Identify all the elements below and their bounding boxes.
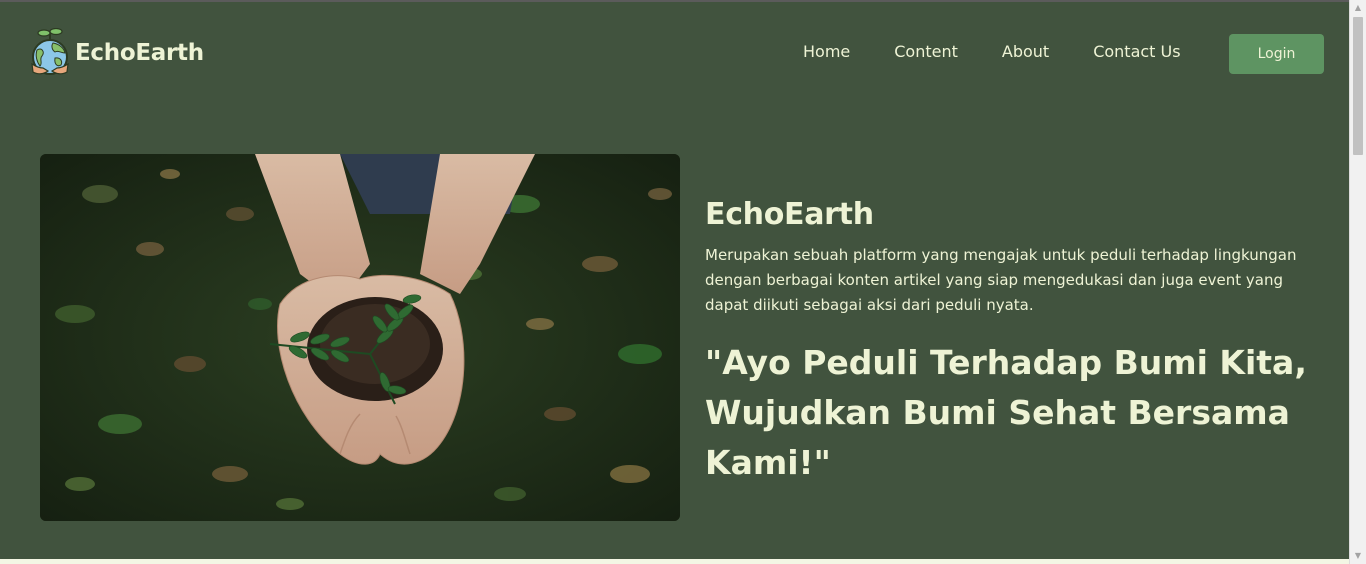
login-button[interactable]: Login [1229,34,1324,74]
brand-logo[interactable]: EchoEarth [29,28,204,78]
hands-holding-seedling-photo [40,154,680,521]
page-root: EchoEarth Home Content About Contact Us … [0,0,1349,559]
globe-sprout-hands-icon [31,28,69,75]
scrollbar-thumb[interactable] [1353,17,1363,155]
nav-contact-us[interactable]: Contact Us [1093,42,1180,61]
nav-about[interactable]: About [1002,42,1049,61]
main-nav: Home Content About Contact Us [803,42,1181,61]
hero-quote: "Ayo Peduli Terhadap Bumi Kita, Wujudkan… [705,343,1307,482]
brand-name: EchoEarth [75,40,204,66]
scroll-up-arrow-icon[interactable]: ▲ [1353,3,1363,13]
hero-title: EchoEarth [705,197,874,232]
hero-image [40,154,680,521]
page-scrollbar[interactable]: ▲ ▼ [1349,0,1366,564]
scroll-down-arrow-icon[interactable]: ▼ [1353,551,1363,561]
nav-content[interactable]: Content [894,42,958,61]
nav-home[interactable]: Home [803,42,850,61]
hero-description: Merupakan sebuah platform yang mengajak … [705,246,1297,314]
